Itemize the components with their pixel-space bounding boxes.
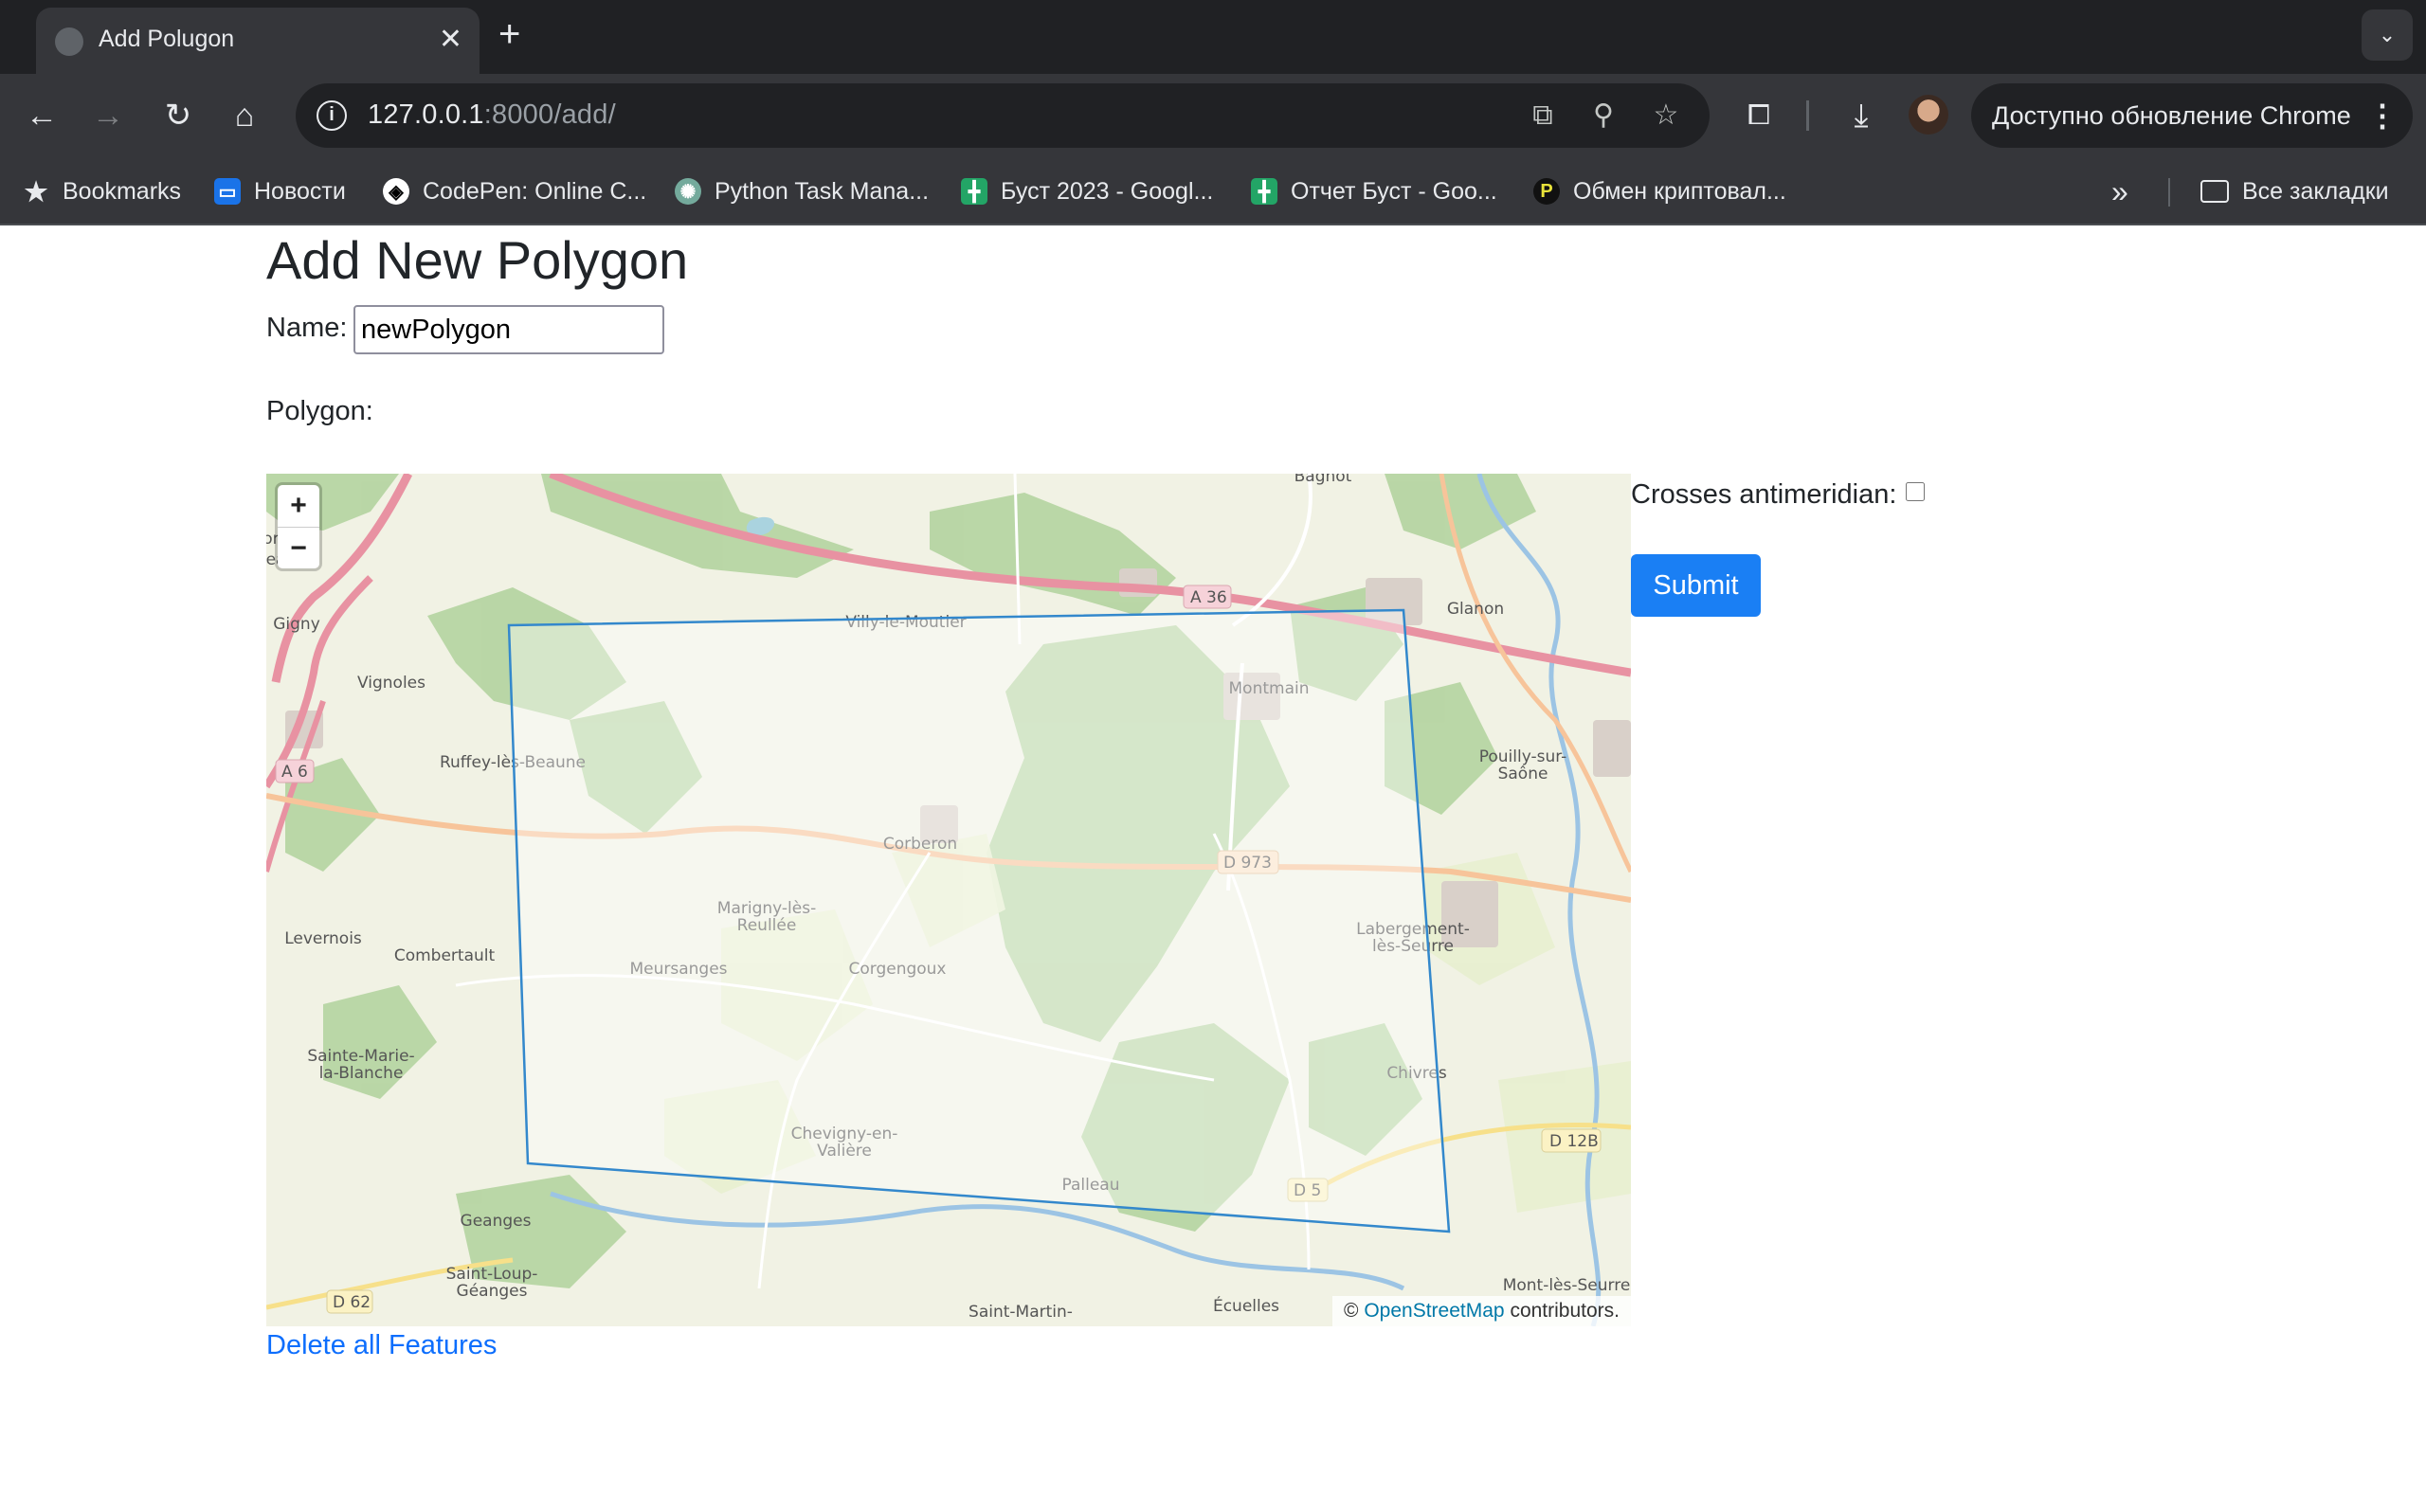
svg-text:Saint-Loup-: Saint-Loup-: [446, 1265, 538, 1284]
svg-text:Bagnot: Bagnot: [1294, 474, 1352, 486]
svg-text:Saône: Saône: [1498, 765, 1548, 783]
update-text: Доступно обновление Chrome: [1992, 101, 2351, 130]
bookmark-star-icon[interactable]: ☆: [1645, 95, 1687, 136]
address-bar[interactable]: i 127.0.0.1:8000/add/ ⧉ ⚲ ☆: [296, 83, 1710, 148]
svg-text:A 36: A 36: [1190, 588, 1227, 607]
news-icon: ▭: [214, 178, 241, 205]
svg-text:Sainte-Marie-: Sainte-Marie-: [307, 1047, 414, 1066]
browser-tab[interactable]: Add Polugon ✕: [36, 8, 480, 74]
bookmark-label: Новости: [254, 177, 346, 205]
zoom-control: + −: [278, 485, 319, 568]
attribution-prefix: ©: [1344, 1300, 1365, 1322]
osm-link[interactable]: OpenStreetMap: [1364, 1300, 1504, 1322]
map-attribution: © OpenStreetMap contributors.: [1332, 1296, 1631, 1326]
svg-text:D 62: D 62: [333, 1293, 371, 1312]
polygon-label: Polygon:: [266, 396, 373, 426]
tab-strip: Add Polugon ✕ + ⌄: [0, 0, 2426, 74]
url-text[interactable]: 127.0.0.1:8000/add/: [368, 99, 616, 131]
bookmark-item[interactable]: ✺ Python Task Mana...: [675, 176, 929, 207]
chevrons-icon: »: [2111, 173, 2128, 208]
map[interactable]: A 36 A 6 D 973 D 12B D 5 D 62 Bagnot Gig…: [266, 474, 1631, 1326]
home-icon[interactable]: ⌂: [220, 91, 269, 140]
all-bookmarks-button[interactable]: Все закладки: [2200, 176, 2389, 207]
svg-text:Geanges: Geanges: [461, 1212, 532, 1231]
exchange-icon: P: [1533, 178, 1560, 205]
bookmark-item[interactable]: P Обмен криптовал...: [1533, 176, 1786, 207]
svg-text:Combertault: Combertault: [394, 946, 496, 965]
tab-search-button[interactable]: ⌄: [2362, 9, 2413, 61]
site-info-icon[interactable]: i: [317, 100, 347, 131]
name-label: Name:: [266, 313, 348, 343]
zoom-icon[interactable]: ⚲: [1583, 95, 1624, 136]
antimeridian-checkbox[interactable]: [1906, 481, 1926, 501]
toolbar-divider: [1806, 100, 1809, 131]
antimeridian-field: Crosses antimeridian:: [1631, 479, 1926, 511]
bookmark-label: Bookmarks: [63, 177, 182, 205]
bookmark-label: Обмен криптовал...: [1573, 177, 1786, 205]
drawn-polygon: [507, 608, 1451, 1233]
svg-text:Mont-lès-Seurre: Mont-lès-Seurre: [1503, 1276, 1631, 1295]
page-content: Add New Polygon Name: Polygon:: [0, 225, 2426, 1512]
svg-text:A 6: A 6: [281, 763, 308, 782]
map-tiles[interactable]: A 36 A 6 D 973 D 12B D 5 D 62 Bagnot Gig…: [266, 474, 1631, 1326]
zoom-in-button[interactable]: +: [278, 485, 319, 527]
zoom-out-button[interactable]: −: [278, 527, 319, 568]
attribution-suffix: contributors.: [1504, 1300, 1620, 1322]
more-menu-icon[interactable]: ⋮: [2367, 95, 2398, 136]
globe-icon: [55, 27, 83, 56]
bookmark-label: Отчет Буст - Goo...: [1291, 177, 1497, 205]
svg-text:Glanon: Glanon: [1447, 600, 1504, 619]
bookmark-item[interactable]: ╋ Отчет Буст - Goo...: [1251, 176, 1497, 207]
new-tab-button[interactable]: +: [498, 13, 520, 55]
bookmark-item[interactable]: ╋ Буст 2023 - Googl...: [961, 176, 1213, 207]
chrome-update-button[interactable]: Доступно обновление Chrome ⋮: [1971, 83, 2413, 148]
close-icon[interactable]: ✕: [439, 21, 462, 59]
bookmarks-bar: ★ Bookmarks ▭ Новости ◈ CodePen: Online …: [0, 157, 2426, 225]
codepen-icon: ◈: [383, 178, 409, 205]
svg-text:D 12B: D 12B: [1549, 1132, 1599, 1151]
reload-icon[interactable]: ↻: [154, 91, 203, 140]
bookmarks-overflow-button[interactable]: »: [2111, 173, 2128, 208]
svg-text:Gigny: Gigny: [273, 615, 320, 634]
extensions-icon[interactable]: ⧠: [1734, 91, 1783, 140]
bookmark-label: Буст 2023 - Googl...: [1001, 177, 1214, 205]
all-bookmarks-label: Все закладки: [2242, 177, 2389, 205]
star-icon: ★: [24, 176, 48, 207]
bookmarks-divider: [2168, 178, 2170, 207]
svg-text:Écuelles: Écuelles: [1213, 1295, 1279, 1316]
svg-text:Vignoles: Vignoles: [357, 674, 425, 693]
back-icon[interactable]: ←: [17, 91, 66, 140]
svg-text:la-Blanche: la-Blanche: [319, 1064, 404, 1083]
tab-title: Add Polugon: [99, 26, 235, 52]
bookmark-label: CodePen: Online C...: [423, 177, 647, 205]
submit-button[interactable]: Submit: [1631, 554, 1761, 617]
delete-all-features-link[interactable]: Delete all Features: [266, 1330, 497, 1361]
svg-text:Géanges: Géanges: [457, 1282, 528, 1301]
folder-icon: [2200, 180, 2229, 203]
svg-text:Saint-Martin-: Saint-Martin-: [969, 1303, 1073, 1322]
browser-toolbar: ← → ↻ ⌂ i 127.0.0.1:8000/add/ ⧉ ⚲ ☆ ⧠ ⤓ …: [0, 74, 2426, 157]
forward-icon[interactable]: →: [83, 91, 133, 140]
translate-icon[interactable]: ⧉: [1522, 95, 1564, 136]
antimeridian-label: Crosses antimeridian:: [1631, 479, 1897, 510]
bookmark-label: Python Task Mana...: [715, 177, 930, 205]
chatgpt-icon: ✺: [675, 178, 701, 205]
svg-text:Pouilly-sur-: Pouilly-sur-: [1479, 747, 1567, 766]
bookmark-item[interactable]: ▭ Новости: [214, 176, 346, 207]
download-icon[interactable]: ⤓: [1837, 91, 1886, 140]
sheets-icon: ╋: [1251, 178, 1277, 205]
name-input[interactable]: [353, 305, 664, 354]
page-title: Add New Polygon: [266, 230, 689, 290]
profile-avatar[interactable]: [1909, 95, 1948, 135]
sheets-icon: ╋: [961, 178, 987, 205]
bookmark-item[interactable]: ◈ CodePen: Online C...: [383, 176, 646, 207]
bookmark-item[interactable]: ★ Bookmarks: [23, 176, 181, 207]
svg-text:Levernois: Levernois: [284, 929, 362, 948]
